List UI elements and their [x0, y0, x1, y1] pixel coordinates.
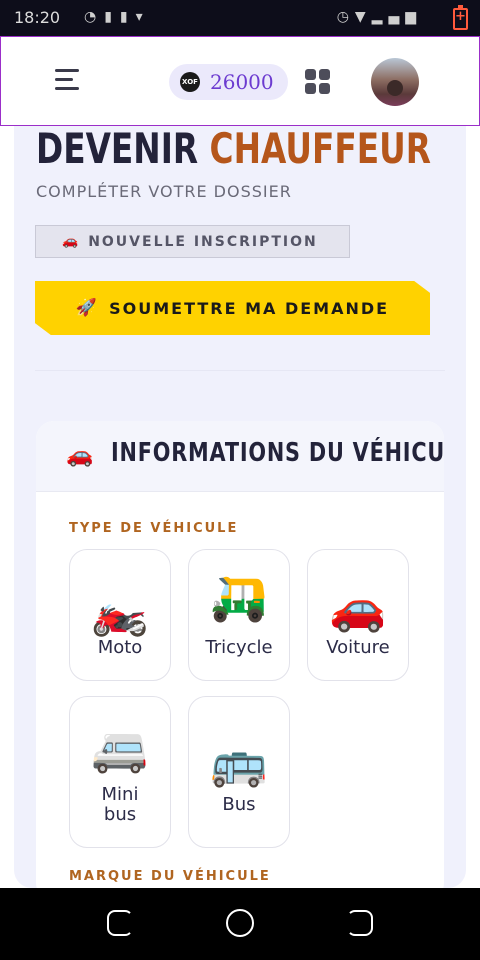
- page-subtitle: COMPLÉTER VOTRE DOSSIER: [36, 182, 292, 201]
- submit-request-label: SOUMETTRE MA DEMANDE: [109, 298, 390, 318]
- battery-charging-icon: +: [453, 5, 468, 30]
- back-icon[interactable]: [347, 910, 373, 936]
- vehicle-card-header: 🚗 INFORMATIONS DU VÉHICULE: [36, 421, 444, 492]
- system-nav-bar: [0, 888, 480, 960]
- vehicle-type-label: TYPE DE VÉHICULE: [69, 521, 239, 536]
- recent-apps-icon[interactable]: [107, 910, 133, 936]
- auto-rickshaw-icon: 🛺: [210, 570, 268, 624]
- minibus-icon: 🚐: [91, 721, 149, 775]
- xof-coin-icon: XOF: [180, 72, 200, 92]
- status-time: 18:20: [14, 8, 61, 27]
- submit-request-button[interactable]: 🚀 SOUMETTRE MA DEMANDE: [35, 281, 430, 335]
- apps-grid-icon[interactable]: [305, 69, 331, 95]
- rocket-icon: 🚀: [75, 298, 98, 318]
- home-icon[interactable]: [226, 909, 254, 937]
- car-icon: 🚗: [62, 234, 79, 249]
- vehicle-option-label: Voiture: [326, 637, 390, 658]
- registration-tag-label: NOUVELLE INSCRIPTION: [88, 233, 318, 250]
- vehicle-option-bus[interactable]: 🚌 Bus: [188, 696, 290, 848]
- status-bar: 18:20 ◔▮▮▾ ◷▼▂▄▆ +: [0, 0, 480, 36]
- page-title-accent: CHAUFFEUR: [209, 124, 431, 173]
- vehicle-option-label: Mini bus: [101, 784, 139, 825]
- vehicle-option-voiture[interactable]: 🚗 Voiture: [307, 549, 409, 681]
- vehicle-option-moto[interactable]: 🏍️ Moto: [69, 549, 171, 681]
- vehicle-option-label: Moto: [97, 637, 143, 658]
- vehicle-option-tricycle[interactable]: 🛺 Tricycle: [188, 549, 290, 681]
- menu-icon[interactable]: [55, 69, 81, 91]
- motorcycle-icon: 🏍️: [91, 584, 149, 638]
- vehicle-option-minibus[interactable]: 🚐 Mini bus: [69, 696, 171, 848]
- balance-amount: 26000: [210, 70, 274, 94]
- section-divider: [35, 370, 445, 371]
- vehicle-option-label: Bus: [222, 794, 256, 815]
- app-header: XOF 26000: [0, 36, 480, 126]
- car-icon: 🚗: [329, 580, 387, 634]
- vehicle-info-card: 🚗 INFORMATIONS DU VÉHICULE TYPE DE VÉHIC…: [36, 421, 444, 901]
- car-icon: 🚗: [66, 443, 94, 468]
- page-title: DEVENIR CHAUFFEUR: [36, 124, 431, 173]
- system-icons: ◷▼▂▄▆: [336, 9, 422, 25]
- page-title-main: DEVENIR: [36, 124, 199, 173]
- registration-tag: 🚗 NOUVELLE INSCRIPTION: [35, 225, 350, 258]
- wallet-balance[interactable]: XOF 26000: [169, 64, 288, 100]
- notification-icons: ◔▮▮▾: [84, 9, 151, 25]
- vehicle-option-label: Tricycle: [205, 637, 273, 658]
- vehicle-card-title: INFORMATIONS DU VÉHICULE: [111, 438, 444, 468]
- bus-icon: 🚌: [210, 735, 268, 789]
- avatar[interactable]: [371, 58, 419, 106]
- vehicle-brand-label: MARQUE DU VÉHICULE: [69, 869, 271, 884]
